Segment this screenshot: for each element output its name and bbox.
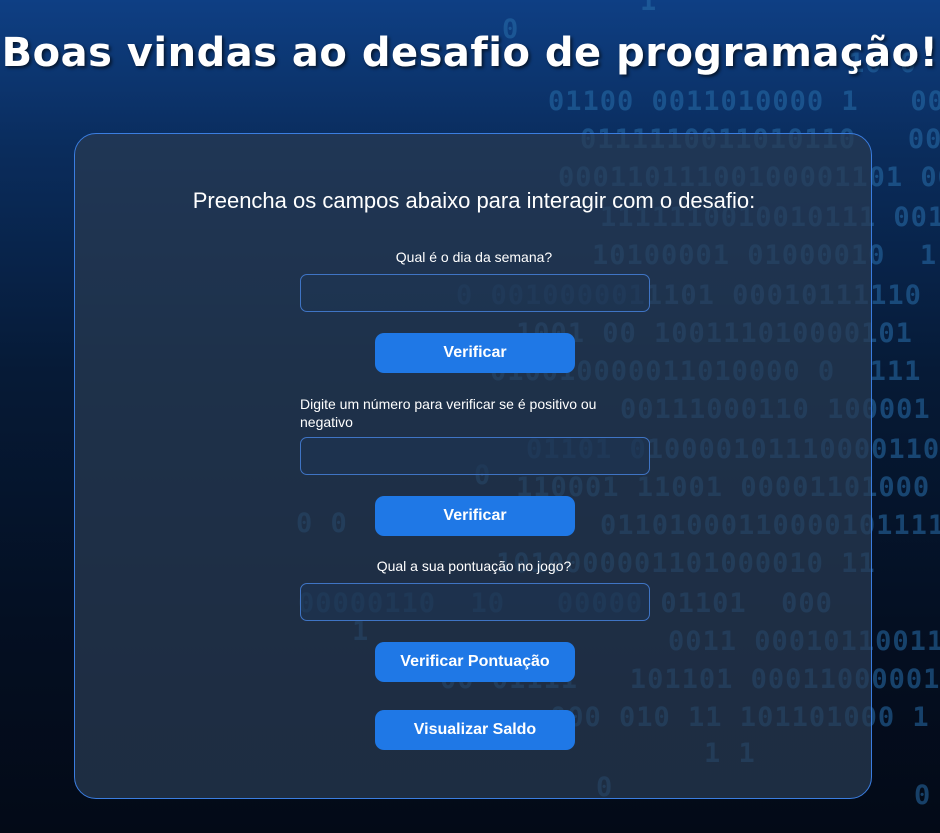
verify-score-button[interactable]: Verificar Pontuação <box>375 642 575 682</box>
binary-line: 1 <box>640 0 658 17</box>
form-instructions: Preencha os campos abaixo para interagir… <box>192 188 756 213</box>
verify-number-button[interactable]: Verificar <box>375 496 575 536</box>
binary-line: 01100 0011010000 1 000 <box>548 86 940 117</box>
page-title: Boas vindas ao desafio de programação! <box>1 30 939 76</box>
number-input[interactable] <box>300 437 650 475</box>
binary-line: 0 <box>914 780 932 811</box>
score-input[interactable] <box>300 583 650 621</box>
verify-weekday-button[interactable]: Verificar <box>375 333 575 373</box>
challenge-form-card: Preencha os campos abaixo para interagir… <box>74 133 872 799</box>
score-label: Qual a sua pontuação no jogo? <box>376 558 572 574</box>
weekday-label: Qual é o dia da semana? <box>395 249 553 265</box>
number-label: Digite um número para verificar se é pos… <box>300 396 597 430</box>
view-balance-button[interactable]: Visualizar Saldo <box>375 710 575 750</box>
weekday-input[interactable] <box>300 274 650 312</box>
